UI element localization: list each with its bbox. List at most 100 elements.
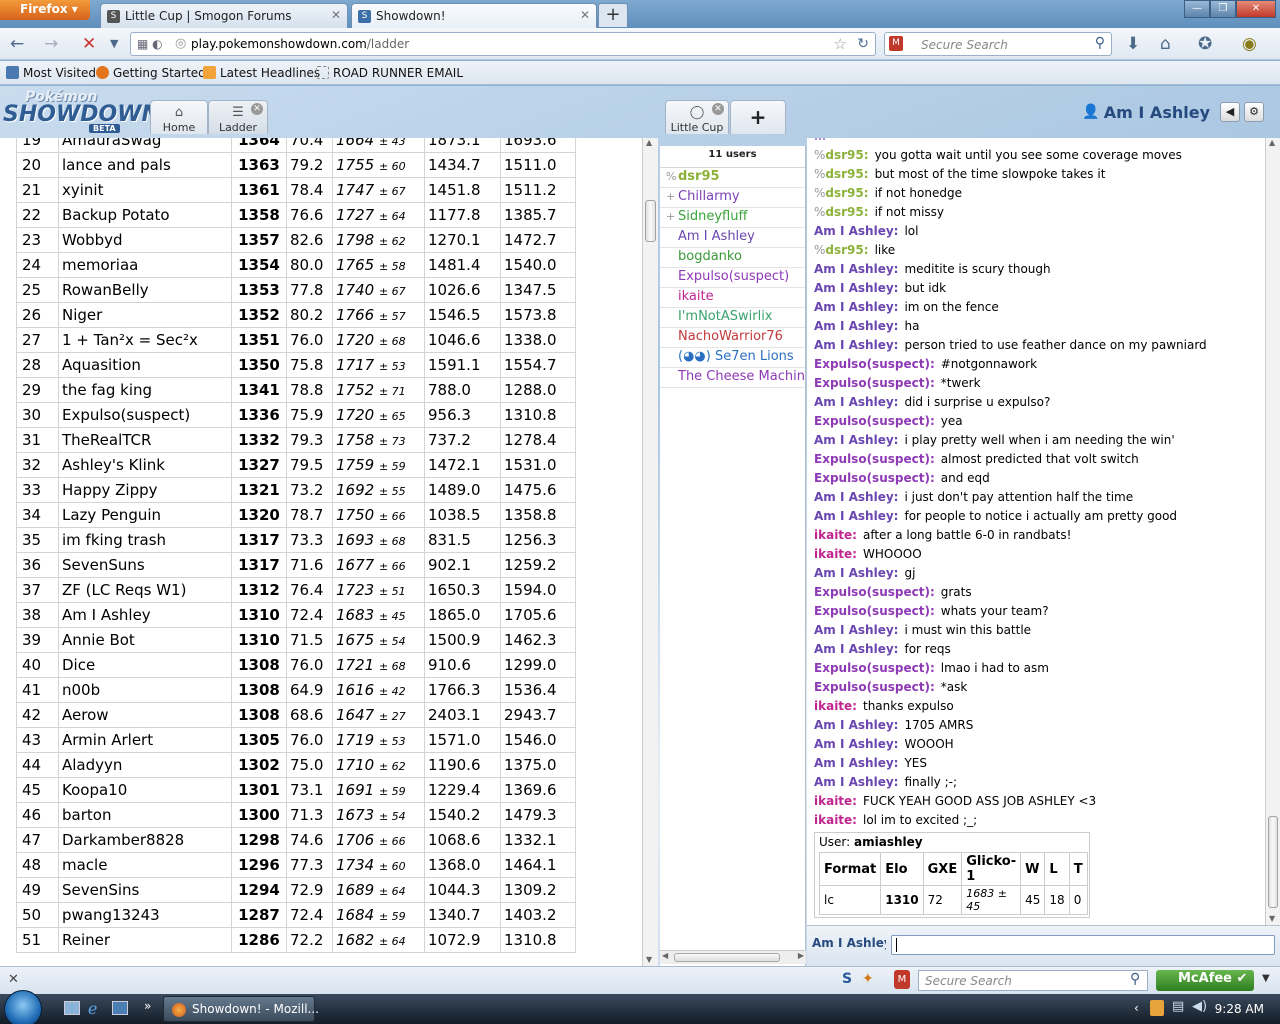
scroll-up-icon[interactable]: ▲ <box>646 138 652 147</box>
chat-username[interactable]: Am I Ashley: <box>814 756 898 770</box>
ladder-player-name[interactable]: 1 + Tan²x = Sec²x <box>58 327 232 353</box>
ladder-player-name[interactable]: Backup Potato <box>58 202 232 228</box>
close-tab-icon[interactable]: ✕ <box>580 8 590 22</box>
ladder-scroll-thumb[interactable] <box>645 200 656 242</box>
site-identity-icon[interactable]: ▦ ◐ <box>137 37 163 51</box>
ladder-player-name[interactable]: SevenSuns <box>58 552 232 578</box>
reload-icon[interactable]: ↻ <box>857 36 869 52</box>
scroll-down-icon[interactable]: ▼ <box>646 955 652 964</box>
ladder-player-name[interactable]: Armin Arlert <box>58 727 232 753</box>
userlist-scroll-thumb[interactable] <box>674 953 780 962</box>
ladder-player-name[interactable]: xyinit <box>58 177 232 203</box>
close-tab-icon[interactable]: ✕ <box>712 103 724 115</box>
chat-username[interactable]: Am I Ashley: <box>814 642 898 656</box>
ladder-player-name[interactable]: RowanBelly <box>58 277 232 303</box>
ladder-player-name[interactable]: Aerow <box>58 702 232 728</box>
chat-username[interactable]: %dsr95: <box>814 243 869 257</box>
userlist-hscrollbar[interactable]: ◀ ▶ <box>660 950 806 964</box>
ladder-player-name[interactable]: pwang13243 <box>58 902 232 928</box>
chat-username[interactable]: %dsr95: <box>814 167 869 181</box>
ladder-player-name[interactable]: Reiner <box>58 927 232 953</box>
user-list-item[interactable]: The Cheese Machine <box>660 368 805 388</box>
user-list-item[interactable]: Am I Ashley <box>660 228 805 248</box>
chat-username[interactable]: Am I Ashley: <box>814 319 898 333</box>
sound-button[interactable]: ◀ <box>1220 102 1240 122</box>
add-room-button[interactable]: + <box>730 100 786 134</box>
browser-tab-showdown[interactable]: S Showdown! ✕ <box>351 3 597 28</box>
chat-username[interactable]: Expulso(suspect): <box>814 585 935 599</box>
ladder-player-name[interactable]: n00b <box>58 677 232 703</box>
bookmark-most-visited[interactable]: Most Visited <box>6 66 96 80</box>
internet-explorer-icon[interactable]: ℯ <box>88 999 97 1018</box>
close-window-icon[interactable]: ✕ <box>1235 0 1276 18</box>
user-list-item[interactable]: bogdanko <box>660 248 805 268</box>
ladder-player-name[interactable]: Am I Ashley <box>58 602 232 628</box>
chat-username[interactable]: Expulso(suspect): <box>814 604 935 618</box>
chat-username[interactable]: Am I Ashley: <box>814 224 898 238</box>
ladder-player-name[interactable]: Annie Bot <box>58 627 232 653</box>
chat-username[interactable]: ikaite: <box>814 794 857 808</box>
ladder-player-name[interactable]: AmauraSwag <box>58 138 232 153</box>
home-icon[interactable]: ⌂ <box>1160 34 1171 54</box>
skype-icon[interactable]: S <box>842 971 852 987</box>
ladder-player-name[interactable]: barton <box>58 802 232 828</box>
bottom-search-box[interactable]: Secure Search <box>918 970 1148 991</box>
ladder-player-name[interactable]: Koopa10 <box>58 777 232 803</box>
chat-username[interactable]: Expulso(suspect): <box>814 357 935 371</box>
chat-username[interactable]: ikaite: <box>814 813 857 827</box>
chat-username[interactable]: %dsr95: <box>814 205 869 219</box>
ladder-player-name[interactable]: im fking trash <box>58 527 232 553</box>
chat-username[interactable]: Am I Ashley: <box>814 490 898 504</box>
chat-username[interactable]: Am I Ashley: <box>814 775 898 789</box>
ladder-player-name[interactable]: macle <box>58 852 232 878</box>
search-icon[interactable]: ⚲ <box>1095 35 1105 51</box>
mcafee-site-advisor-icon[interactable]: M <box>894 970 910 989</box>
ladder-player-name[interactable]: Expulso(suspect) <box>58 402 232 428</box>
addon-fox-icon[interactable]: ✦ <box>862 971 874 987</box>
quick-launch-more-icon[interactable]: » <box>144 999 151 1013</box>
chat-username[interactable]: Expulso(suspect): <box>814 414 935 428</box>
chat-username[interactable]: Expulso(suspect): <box>814 471 935 485</box>
dropdown-icon[interactable]: ▼ <box>1262 973 1270 984</box>
close-tab-icon[interactable]: ✕ <box>331 8 341 22</box>
scroll-left-icon[interactable]: ◀ <box>662 951 668 960</box>
stop-icon[interactable]: ✕ <box>82 34 96 54</box>
user-list-item[interactable]: (◕◕) Se7en Lions <box>660 348 805 368</box>
user-list-item[interactable]: + Sidneyfluff <box>660 208 805 228</box>
scroll-down-icon[interactable]: ▼ <box>1269 914 1275 923</box>
ladder-player-name[interactable]: ZF (LC Reqs W1) <box>58 577 232 603</box>
chat-username[interactable]: Am I Ashley: <box>814 433 898 447</box>
chat-username[interactable]: %dsr95: <box>814 148 869 162</box>
username[interactable]: Am I Ashley <box>1104 103 1210 122</box>
user-list-item[interactable]: I'mNotASwirlix <box>660 308 805 328</box>
close-addon-bar-icon[interactable]: ✕ <box>8 972 19 987</box>
ladder-player-name[interactable]: SevenSins <box>58 877 232 903</box>
chat-username[interactable]: Am I Ashley: <box>814 509 898 523</box>
ladder-player-name[interactable]: the fag king <box>58 377 232 403</box>
chat-username[interactable]: ikaite: <box>814 547 857 561</box>
ladder-player-name[interactable]: Happy Zippy <box>58 477 232 503</box>
search-icon[interactable]: ⚲ <box>1130 971 1140 987</box>
showdown-logo[interactable]: Pokémon SHOWDOWN BETA <box>3 90 160 133</box>
forward-arrow-icon[interactable]: → <box>44 34 58 54</box>
ladder-player-name[interactable]: memoriaa <box>58 252 232 278</box>
bookmark-latest-headlines[interactable]: Latest Headlines <box>203 66 320 80</box>
tray-app-icon[interactable] <box>1150 1000 1164 1016</box>
show-desktop-icon[interactable] <box>64 1001 80 1015</box>
ladder-player-name[interactable]: Aladyyn <box>58 752 232 778</box>
chat-username[interactable]: Am I Ashley: <box>814 300 898 314</box>
new-tab-button[interactable]: + <box>598 3 628 27</box>
tab-little-cup[interactable]: ◯ Little Cup ✕ <box>665 100 729 134</box>
ladder-player-name[interactable]: lance and pals <box>58 152 232 178</box>
chat-scrollbar[interactable]: ▲ ▼ <box>1265 138 1280 925</box>
settings-gear-icon[interactable]: ⚙ <box>1244 102 1264 122</box>
switch-windows-icon[interactable] <box>112 1001 128 1015</box>
ladder-player-name[interactable]: Aquasition <box>58 352 232 378</box>
ladder-player-name[interactable]: Niger <box>58 302 232 328</box>
browser-tab-smogon[interactable]: S Little Cup | Smogon Forums ✕ <box>100 3 348 28</box>
chat-username[interactable]: Am I Ashley: <box>814 395 898 409</box>
minimize-icon[interactable]: — <box>1184 0 1210 18</box>
mcafee-badge[interactable]: McAfee ✔ <box>1156 970 1254 991</box>
tray-expand-icon[interactable]: ‹ <box>1134 1001 1139 1015</box>
chat-input[interactable] <box>891 935 1275 955</box>
